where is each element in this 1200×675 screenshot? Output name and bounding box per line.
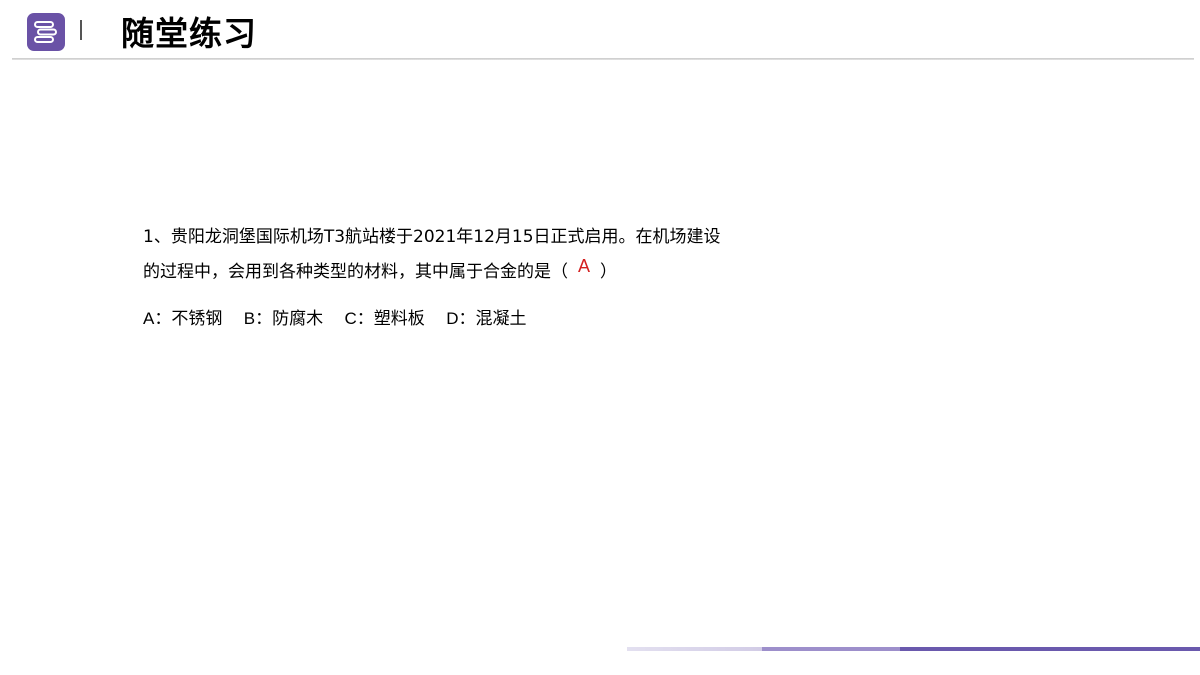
option-text: 不锈钢 xyxy=(171,309,223,329)
option-letter: C： xyxy=(344,309,374,328)
question-text-line-1: 1、贵阳龙洞堡国际机场T3航站楼于2021年12月15日正式启用。在机场建设 xyxy=(143,227,721,247)
option-letter: B： xyxy=(243,309,273,328)
option-text: 混凝土 xyxy=(475,309,527,329)
footer-bar-dark xyxy=(900,647,1200,651)
option-letter: D： xyxy=(446,309,476,328)
question-text-before-answer: 的过程中，会用到各种类型的材料，其中属于合金的是（ xyxy=(143,262,568,282)
footer-bar-light xyxy=(627,647,762,651)
header-rule xyxy=(12,58,1194,60)
stacked-books-icon xyxy=(27,13,65,51)
option-text: 防腐木 xyxy=(272,309,324,329)
option-text: 塑料板 xyxy=(373,309,425,329)
option-d: D：混凝土 xyxy=(446,304,526,334)
question-block: 1、贵阳龙洞堡国际机场T3航站楼于2021年12月15日正式启用。在机场建设 的… xyxy=(143,220,823,289)
question-text-line-2: 的过程中，会用到各种类型的材料，其中属于合金的是（ A ） xyxy=(143,254,823,289)
option-a: A：不锈钢 xyxy=(143,304,222,334)
option-c: C：塑料板 xyxy=(345,304,425,334)
option-b: B：防腐木 xyxy=(244,304,323,334)
page-title: 随堂练习 xyxy=(121,14,257,53)
title-divider xyxy=(80,20,82,40)
footer-bar-medium xyxy=(762,647,900,651)
options-list: A：不锈钢 B：防腐木 C：塑料板 D：混凝土 xyxy=(143,304,542,334)
header: 随堂练习 xyxy=(0,0,1200,62)
option-letter: A： xyxy=(143,309,172,328)
question-text-after-answer: ） xyxy=(600,262,618,282)
answer-mark: A xyxy=(578,256,591,276)
